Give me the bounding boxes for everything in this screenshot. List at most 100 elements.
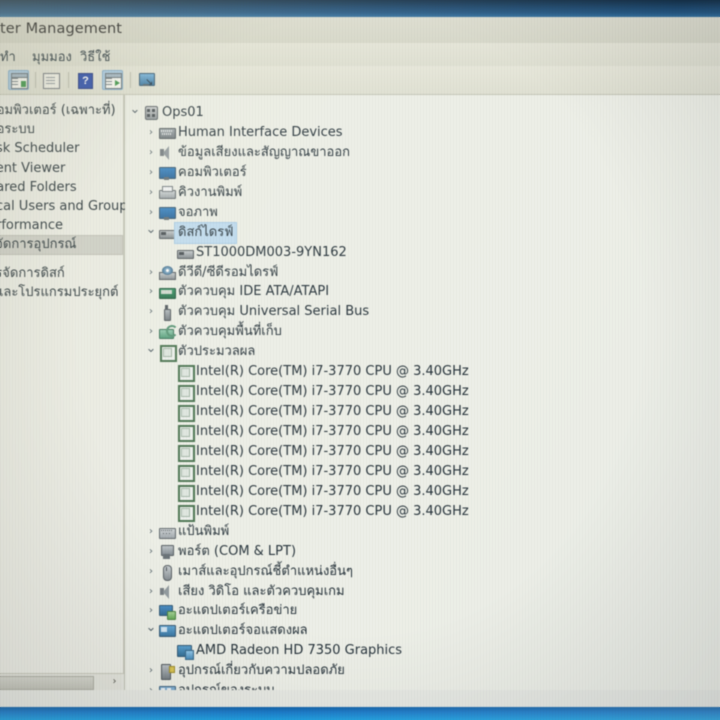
sidebar-item[interactable]: ocal Users and Groups <box>0 197 134 216</box>
cpu-icon <box>177 484 195 502</box>
chevron-right-icon[interactable]: › <box>145 661 157 681</box>
screen-bezel-gap <box>0 690 720 707</box>
chevron-right-icon[interactable]: › <box>145 562 157 582</box>
chevron-right-icon[interactable]: › <box>145 522 157 542</box>
tree-row[interactable]: Intel(R) Core(TM) i7-3770 CPU @ 3.40GHz <box>125 502 720 522</box>
toolbar-action-pane-button[interactable] <box>102 70 123 90</box>
spk-icon <box>159 145 174 160</box>
chevron-down-icon[interactable]: ⌄ <box>129 103 141 117</box>
sidebar-item[interactable]: ัวจัดการอุปกรณ์ <box>0 235 123 255</box>
tree-row[interactable]: › ตัวควบคุม IDE ATA/ATAPI <box>125 282 720 302</box>
chevron-down-icon[interactable]: ⌄ <box>145 342 157 356</box>
sidebar-item[interactable]: vent Viewer <box>0 159 123 178</box>
tree-row[interactable]: ST1000DM003-9YN162 <box>125 243 720 263</box>
sidebar-item[interactable]: มือระบบ <box>0 120 123 139</box>
cd-icon <box>159 265 176 280</box>
tree-row[interactable]: › อุปกรณ์เกี่ยวกับความปลอดภัย <box>125 661 720 681</box>
sidebar-item-label: ัวจัดการอุปกรณ์ <box>0 237 77 253</box>
help-icon: ? <box>76 72 93 89</box>
tree-row[interactable]: ⌄ ตัวประมวลผล <box>125 342 720 363</box>
tree-row[interactable]: › ตัวควบคุม Universal Serial Bus <box>125 302 720 322</box>
toolbar-properties-button[interactable] <box>40 70 61 90</box>
toolbar-back-button[interactable] <box>0 70 1 90</box>
tree-row[interactable]: Intel(R) Core(TM) i7-3770 CPU @ 3.40GHz <box>125 462 720 482</box>
tree-row[interactable]: ⌄ Ops01 <box>125 103 720 123</box>
menu-help[interactable]: วิธีใช้ <box>80 46 110 67</box>
tree-row[interactable]: › ตัวควบคุมพื้นที่เก็บ <box>125 322 720 342</box>
sidebar-item-label: รและโปรแกรมประยุกต์ <box>0 284 119 300</box>
tree-row[interactable]: Intel(R) Core(TM) i7-3770 CPU @ 3.40GHz <box>125 422 720 442</box>
tree-row[interactable]: › พอร์ต (COM & LPT) <box>125 542 720 562</box>
chevron-right-icon[interactable]: › <box>145 263 157 283</box>
tree-row[interactable]: ⌄ อะแดปเตอร์จอแสดงผล <box>125 621 720 641</box>
chevron-right-icon[interactable]: › <box>145 542 157 562</box>
chevron-right-icon[interactable]: › <box>145 302 157 322</box>
tree-row[interactable]: › แป้นพิมพ์ <box>125 522 720 542</box>
tree-row[interactable]: › ข้อมูลเสียงและสัญญาณขาออก <box>125 143 720 163</box>
menu-view[interactable]: มุมมอง <box>32 46 72 67</box>
chevron-right-icon[interactable]: › <box>145 601 157 621</box>
hscrollbar-thumb[interactable] <box>0 676 94 690</box>
console-tree-list: คอมพิวเตอร์ (เฉพาะที่) มือระบบ ask Schedul… <box>0 101 134 302</box>
toolbar-scan-hardware-button[interactable]: ↘ <box>136 70 157 90</box>
tree-row[interactable]: › เสียง วิดิโอ และตัวควบคุมเกม <box>125 582 720 602</box>
tree-row[interactable]: › จอภาพ <box>125 203 720 223</box>
tree-row[interactable]: Intel(R) Core(TM) i7-3770 CPU @ 3.40GHz <box>125 402 720 423</box>
tree-row-label: ตัวควบคุมพื้นที่เก็บ <box>178 324 282 340</box>
chevron-right-icon[interactable]: › <box>145 582 157 602</box>
mouse-icon <box>159 564 174 581</box>
tree-row-label: เมาส์และอุปกรณ์ชี้ตำแหน่งอื่นๆ <box>178 563 353 579</box>
net-icon <box>159 604 176 621</box>
hscrollbar-right-arrow[interactable]: › <box>108 675 121 688</box>
tree-row[interactable]: Intel(R) Core(TM) i7-3770 CPU @ 3.40GHz <box>125 482 720 502</box>
toolbar-help-button[interactable]: ? <box>74 70 95 90</box>
tree-row-label: Intel(R) Core(TM) i7-3770 CPU @ 3.40GHz <box>196 384 469 400</box>
chevron-right-icon[interactable]: › <box>145 143 157 163</box>
sidebar-item[interactable]: erformance <box>0 216 123 235</box>
tree-row-label: อุปกรณ์เกี่ยวกับความปลอดภัย <box>178 663 345 679</box>
cpu-icon <box>177 444 195 462</box>
chevron-right-icon[interactable]: › <box>145 203 157 223</box>
sidebar-item[interactable]: ารจัดการดิสก์ <box>0 264 123 283</box>
title-bar[interactable]: ter Management <box>0 17 720 43</box>
cpu-icon <box>159 345 177 363</box>
taskbar[interactable] <box>0 707 720 720</box>
sidebar-item[interactable]: คอมพิวเตอร์ (เฉพาะที่) <box>0 101 123 120</box>
kbd-icon <box>159 525 176 539</box>
spk-icon <box>159 584 174 599</box>
chevron-right-icon[interactable]: › <box>145 322 157 342</box>
menu-action[interactable]: ระทำ <box>0 46 16 67</box>
sidebar-item[interactable]: hared Folders <box>0 178 123 197</box>
tree-row[interactable]: Intel(R) Core(TM) i7-3770 CPU @ 3.40GHz <box>125 442 720 462</box>
console-tree-inner: คอมพิวเตอร์ (เฉพาะที่) มือระบบ ask Schedul… <box>0 95 134 690</box>
tree-row[interactable]: › คอมพิวเตอร์ <box>125 163 720 183</box>
chevron-right-icon[interactable]: › <box>145 183 157 203</box>
chevron-down-icon[interactable]: ⌄ <box>145 621 157 635</box>
tree-row-label: ตัวประมวลผล <box>178 344 256 360</box>
tree-row[interactable]: Intel(R) Core(TM) i7-3770 CPU @ 3.40GHz <box>125 362 720 383</box>
tree-row[interactable]: › ดีวีดี/ซีดีรอมไดรฟ์ <box>125 263 720 283</box>
toolbar-console-tree-button[interactable] <box>8 70 29 90</box>
tree-row[interactable]: AMD Radeon HD 7350 Graphics <box>125 641 720 661</box>
cpu-icon <box>177 405 195 423</box>
chevron-down-icon[interactable]: ⌄ <box>145 222 157 237</box>
store-icon <box>159 325 178 340</box>
tree-row[interactable]: › คิวงานพิมพ์ <box>125 183 720 203</box>
tree-row[interactable]: ⌄ ดิสก์ไดรฟ์ <box>125 222 720 243</box>
chevron-right-icon[interactable]: › <box>145 163 157 183</box>
tree-row-label: AMD Radeon HD 7350 Graphics <box>196 643 403 659</box>
tree-row[interactable]: › Human Interface Devices <box>125 123 720 143</box>
gpu2-icon <box>177 644 194 661</box>
tree-row[interactable]: › เมาส์และอุปกรณ์ชี้ตำแหน่งอื่นๆ <box>125 562 720 582</box>
tree-row[interactable]: Intel(R) Core(TM) i7-3770 CPU @ 3.40GHz <box>125 382 720 403</box>
chevron-right-icon[interactable]: › <box>145 123 157 143</box>
tree-row-label: ตัวควบคุม Universal Serial Bus <box>178 304 370 320</box>
cpu-icon <box>177 464 195 482</box>
sidebar-item[interactable]: ask Scheduler <box>0 139 123 158</box>
ide-icon <box>159 285 176 300</box>
console-tree-hscrollbar[interactable]: › <box>0 673 123 690</box>
chevron-right-icon[interactable]: › <box>145 282 157 302</box>
tree-row[interactable]: › อะแดปเตอร์เครือข่าย <box>125 601 720 621</box>
sidebar-item[interactable]: รและโปรแกรมประยุกต์ <box>0 283 123 302</box>
tree-row-label: ST1000DM003-9YN162 <box>196 244 347 260</box>
